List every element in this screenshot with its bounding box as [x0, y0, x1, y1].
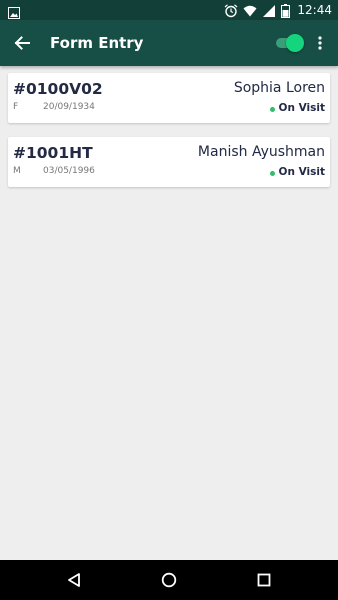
home-circle-icon: [161, 572, 177, 588]
record-id: #0100V02: [13, 80, 103, 98]
more-vert-icon: [318, 36, 322, 50]
visit-status-label: On Visit: [278, 166, 325, 178]
visit-status: On Visit: [269, 101, 325, 115]
record-name: Sophia Loren: [233, 80, 325, 96]
screen: 12:44 Form Entry #0100V02 F 20/09/1934 S…: [0, 0, 338, 600]
visit-status: On Visit: [269, 165, 325, 179]
wifi-icon: [243, 3, 257, 17]
battery-icon: [281, 3, 291, 18]
overflow-menu-button[interactable]: [310, 32, 330, 54]
status-time: 12:44: [297, 3, 332, 17]
app-bar: Form Entry: [0, 20, 338, 66]
record-card[interactable]: #1001HT M 03/05/1996 Manish Ayushman On …: [8, 137, 330, 187]
back-button[interactable]: [10, 31, 34, 55]
toggle-thumb: [286, 34, 304, 52]
recents-square-icon: [257, 573, 271, 587]
record-gender: M: [13, 166, 21, 176]
record-dob: 03/05/1996: [43, 166, 95, 176]
visit-status-label: On Visit: [278, 102, 325, 114]
back-triangle-icon: [68, 573, 80, 587]
record-name: Manish Ayushman: [197, 144, 325, 160]
record-dob: 20/09/1934: [43, 102, 95, 112]
alarm-icon: [224, 3, 238, 18]
status-bar: 12:44: [0, 0, 338, 20]
record-gender: F: [13, 102, 19, 112]
visit-mode-toggle[interactable]: [274, 34, 304, 52]
arrow-left-icon: [14, 36, 30, 50]
status-dot-icon: [269, 107, 275, 112]
status-icons: 12:44: [224, 0, 332, 20]
system-nav-bar: [0, 560, 338, 600]
nav-back-button[interactable]: [64, 570, 84, 590]
nav-home-button[interactable]: [159, 570, 179, 590]
nav-recents-button[interactable]: [254, 570, 274, 590]
page-title: Form Entry: [50, 34, 144, 52]
status-dot-icon: [269, 171, 275, 176]
record-card[interactable]: #0100V02 F 20/09/1934 Sophia Loren On Vi…: [8, 73, 330, 123]
image-icon: [8, 4, 20, 19]
signal-icon: [262, 3, 276, 17]
record-id: #1001HT: [13, 144, 93, 162]
